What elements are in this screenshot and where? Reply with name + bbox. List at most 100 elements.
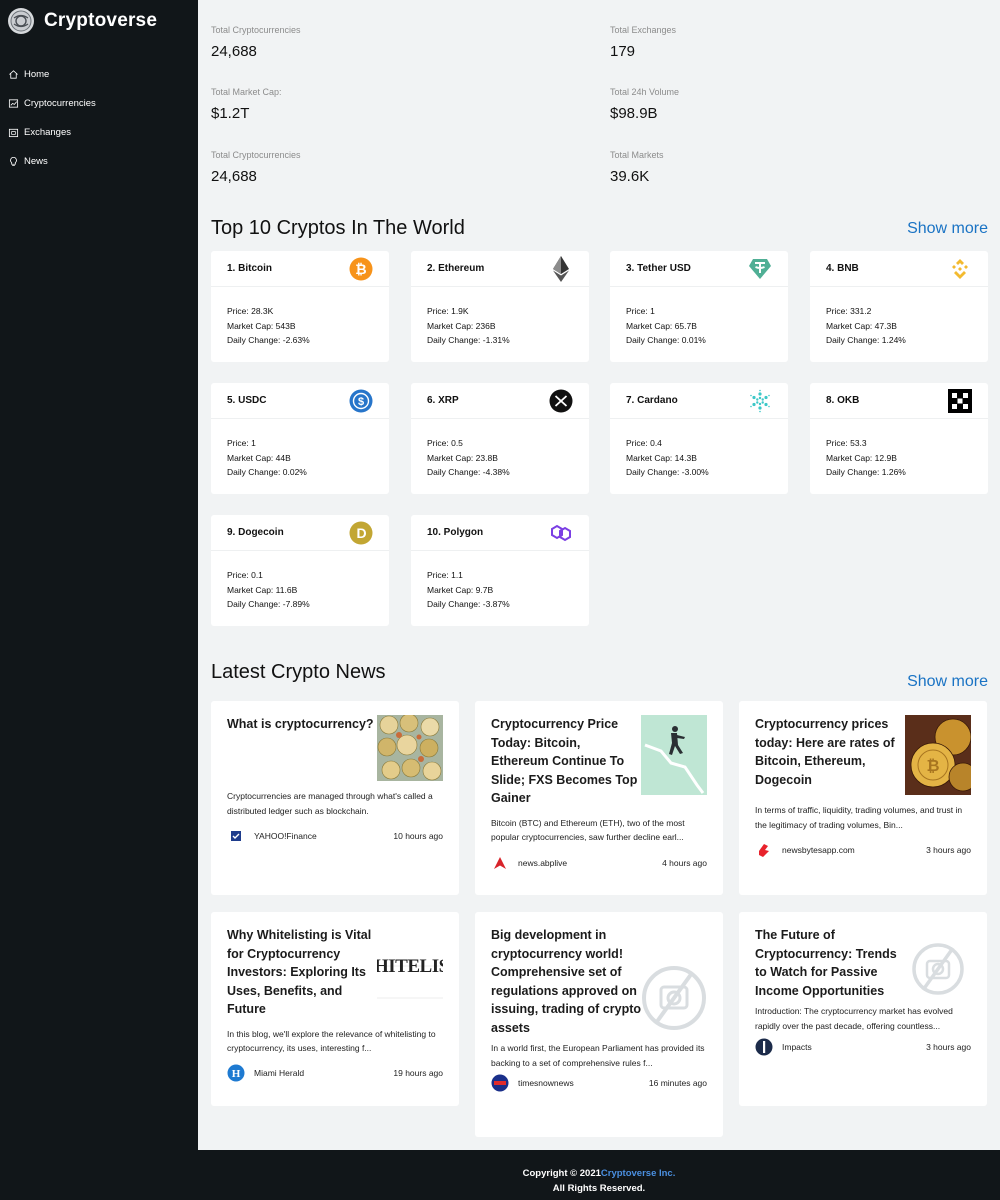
stat-value: 179 bbox=[610, 43, 636, 60]
coin-daily-change: Daily Change: -1.31% bbox=[427, 335, 510, 345]
coin-card-xrp[interactable]: 6. XRP Price: 0.5 Market Cap: 23.8B Dail… bbox=[411, 383, 589, 494]
coin-card-cardano[interactable]: 7. Cardano Price: 0.4 Market Cap: 14.3B … bbox=[610, 383, 788, 494]
coin-card-ethereum[interactable]: 2. Ethereum Price: 1.9K Market Cap: 236B… bbox=[411, 251, 589, 362]
image-placeholder-icon bbox=[905, 936, 971, 1002]
coin-card-usdc[interactable]: 5. USDC $ Price: 1 Market Cap: 44B Daily… bbox=[211, 383, 389, 494]
coin-name: 7. Cardano bbox=[626, 395, 678, 406]
stat-label: Total Exchanges bbox=[610, 25, 677, 35]
coin-card-bitcoin[interactable]: 1. Bitcoin ₿ Price: 28.3K Market Cap: 54… bbox=[211, 251, 389, 362]
ethereum-icon bbox=[549, 255, 573, 282]
coin-name: 4. BNB bbox=[826, 263, 859, 274]
news-card[interactable]: Why Whitelisting is Vital for Cryptocurr… bbox=[211, 912, 459, 1106]
news-provider[interactable]: news.abplive bbox=[491, 854, 567, 872]
stat-total-market-cap: Total Market Cap: $1.2T bbox=[211, 87, 282, 122]
news-card[interactable]: Cryptocurrency prices today: Here are ra… bbox=[739, 701, 987, 895]
coin-market-cap: Market Cap: 11.6B bbox=[227, 584, 298, 595]
coin-price: Price: 53.3 bbox=[826, 438, 867, 448]
stat-value: $98.9B bbox=[610, 105, 658, 122]
coin-daily-change: Daily Change: -2.63% bbox=[227, 335, 310, 345]
news-title: Why Whitelisting is Vital for Cryptocurr… bbox=[227, 928, 372, 1016]
news-time: 4 hours ago bbox=[662, 857, 707, 868]
stat-total-cryptocurrencies-2: Total Cryptocurrencies 24,688 bbox=[211, 150, 301, 185]
coin-daily-change: Daily Change: 0.02% bbox=[227, 467, 307, 477]
polygon-icon bbox=[549, 521, 573, 545]
bulb-icon bbox=[10, 156, 17, 167]
footer-company-link[interactable]: Cryptoverse Inc. bbox=[601, 1168, 675, 1179]
news-card[interactable]: Cryptocurrency Price Today: Bitcoin, Eth… bbox=[475, 701, 723, 895]
stat-label: Total Market Cap: bbox=[211, 87, 282, 97]
stat-label: Total 24h Volume bbox=[610, 87, 680, 97]
coin-market-cap: Market Cap: 14.3B bbox=[626, 452, 697, 463]
coin-name: 8. OKB bbox=[826, 395, 860, 406]
svg-text:₿: ₿ bbox=[355, 261, 366, 277]
stat-value: 24,688 bbox=[211, 168, 257, 185]
news-title: Cryptocurrency prices today: Here are ra… bbox=[755, 717, 895, 787]
news-provider-name: news.abplive bbox=[518, 857, 568, 868]
top-cryptos-show-more-link[interactable]: Show more bbox=[907, 220, 988, 238]
news-time: 3 hours ago bbox=[926, 845, 971, 855]
coin-price: Price: 1.1 bbox=[427, 570, 463, 580]
svg-text:₿: ₿ bbox=[926, 757, 939, 775]
coin-card-polygon[interactable]: 10. Polygon Price: 1.1 Market Cap: 9.7B … bbox=[411, 515, 589, 626]
top-cryptos-title: Top 10 Cryptos In The World bbox=[211, 217, 465, 239]
sidebar-item-news[interactable]: News bbox=[0, 147, 198, 176]
brand[interactable]: Cryptoverse bbox=[0, 0, 198, 42]
news-image-gold-coins: ₿ bbox=[905, 715, 978, 795]
image-placeholder-icon bbox=[641, 958, 707, 1030]
impacts-icon bbox=[755, 1038, 773, 1056]
home-icon bbox=[9, 70, 18, 79]
brand-title: Cryptoverse bbox=[44, 10, 158, 31]
coin-daily-change: Daily Change: -3.00% bbox=[626, 467, 709, 477]
sidebar-menu: Home Cryptocurrencies Exchanges News bbox=[0, 60, 198, 176]
coin-card-tether[interactable]: 3. Tether USD Price: 1 Market Cap: 65.7B… bbox=[610, 251, 788, 362]
sidebar-item-label: Cryptocurrencies bbox=[24, 98, 96, 109]
news-show-more-link[interactable]: Show more bbox=[907, 673, 988, 691]
stat-value: $1.2T bbox=[211, 105, 250, 122]
news-provider[interactable]: YAHOO!Finance bbox=[227, 827, 317, 845]
coin-market-cap: Market Cap: 44B bbox=[227, 452, 291, 463]
coin-card-bnb[interactable]: 4. BNB Price: 331.2 Market Cap: 47.3B Da… bbox=[810, 251, 988, 362]
cardano-icon bbox=[748, 389, 772, 413]
coin-name: 5. USDC bbox=[227, 395, 267, 406]
stat-value: 24,688 bbox=[211, 43, 257, 60]
svg-text:$: $ bbox=[358, 396, 364, 408]
news-provider[interactable]: timesnownews bbox=[491, 1074, 574, 1092]
coin-name: 10. Polygon bbox=[427, 527, 484, 538]
sidebar-item-exchanges[interactable]: Exchanges bbox=[0, 118, 198, 147]
news-provider[interactable]: newsbytesapp.com bbox=[755, 841, 855, 859]
news-provider[interactable]: H Miami Herald bbox=[227, 1064, 304, 1082]
sidebar-item-home[interactable]: Home bbox=[0, 60, 198, 89]
sidebar-item-cryptocurrencies[interactable]: Cryptocurrencies bbox=[0, 89, 198, 118]
cryptoverse-logo-icon bbox=[8, 8, 34, 34]
news-title: Big development in cryptocurrency world!… bbox=[491, 928, 642, 1035]
coin-price: Price: 0.4 bbox=[626, 438, 662, 448]
news-description: Bitcoin (BTC) and Ethereum (ETH), two of… bbox=[491, 817, 685, 843]
whitelisting-image-text: HITELISTI bbox=[377, 956, 443, 977]
news-provider-name: timesnownews bbox=[518, 1078, 574, 1088]
news-card[interactable]: Big development in cryptocurrency world!… bbox=[475, 912, 723, 1137]
news-description: Cryptocurrencies are managed through wha… bbox=[227, 791, 433, 816]
news-time: 3 hours ago bbox=[926, 1042, 971, 1052]
stat-label: Total Cryptocurrencies bbox=[211, 25, 301, 35]
coin-price: Price: 1 bbox=[227, 438, 256, 448]
coin-name: 1. Bitcoin bbox=[227, 263, 273, 274]
timesnow-icon bbox=[491, 1074, 509, 1092]
tether-icon bbox=[748, 257, 772, 281]
news-provider-name: YAHOO!Finance bbox=[254, 831, 317, 841]
coin-daily-change: Daily Change: -3.87% bbox=[427, 599, 510, 609]
news-provider-name: Impacts bbox=[782, 1042, 812, 1052]
news-card[interactable]: What is cryptocurrency? Cryptocurrencies… bbox=[211, 701, 459, 895]
news-description: In a world first, the European Parliamen… bbox=[491, 1043, 705, 1068]
coin-card-dogecoin[interactable]: 9. Dogecoin D Price: 0.1 Market Cap: 11.… bbox=[211, 515, 389, 626]
sidebar-item-label: News bbox=[24, 156, 48, 167]
news-image-coins bbox=[377, 713, 443, 781]
news-card[interactable]: The Future of Cryptocurrency: Trends to … bbox=[739, 912, 987, 1106]
xrp-icon bbox=[549, 389, 573, 413]
coin-price: Price: 1 bbox=[626, 306, 655, 316]
stat-value: 39.6K bbox=[610, 168, 650, 185]
news-description: Introduction: The cryptocurrency market … bbox=[755, 1006, 953, 1031]
coin-daily-change: Daily Change: -4.38% bbox=[427, 467, 510, 477]
coin-price: Price: 28.3K bbox=[227, 306, 274, 316]
news-provider[interactable]: Impacts bbox=[755, 1038, 812, 1056]
coin-card-okb[interactable]: 8. OKB Price: 53.3 Market Cap: 12.9B Dai… bbox=[810, 383, 988, 494]
